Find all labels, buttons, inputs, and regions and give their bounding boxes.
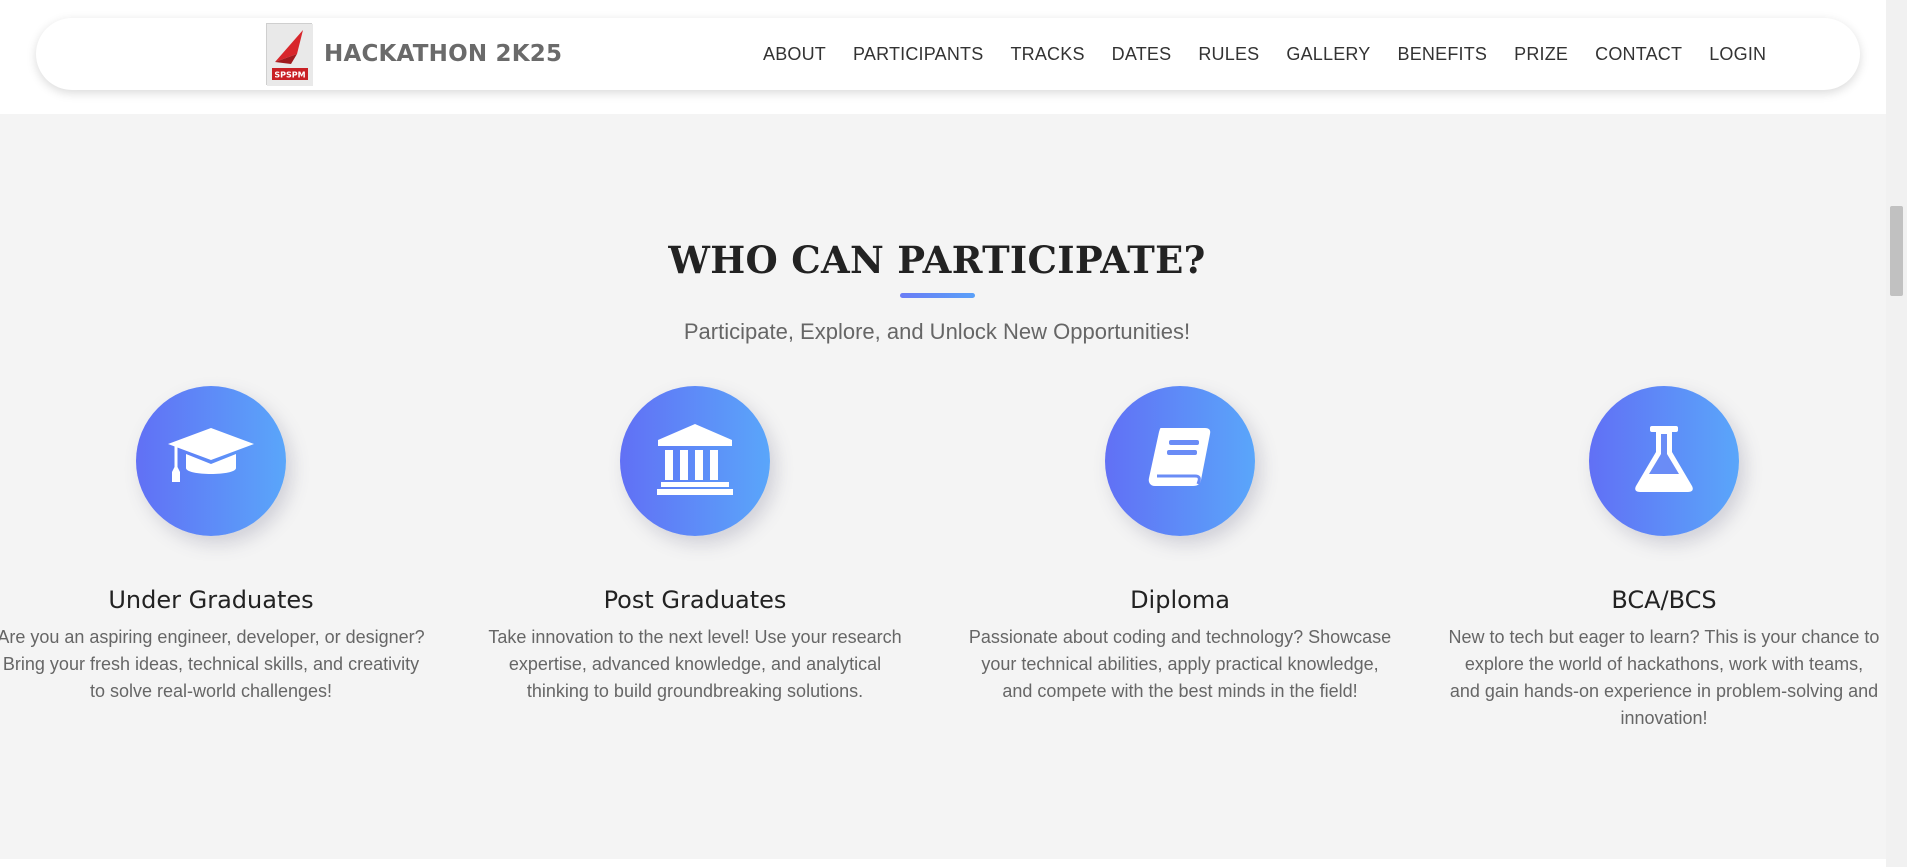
card-title: Diploma bbox=[1130, 586, 1230, 614]
card-title: BCA/BCS bbox=[1611, 586, 1717, 614]
card-title: Post Graduates bbox=[603, 586, 787, 614]
card-icon-circle bbox=[1105, 386, 1255, 536]
card-description: Passionate about coding and technology? … bbox=[968, 627, 1392, 701]
card-description: Are you an aspiring engineer, developer,… bbox=[0, 627, 425, 701]
nav-benefits[interactable]: BENEFITS bbox=[1398, 44, 1488, 65]
card-diploma: Diploma Passionate about coding and tech… bbox=[960, 386, 1400, 705]
card-bca-bcs: BCA/BCS New to tech but eager to learn? … bbox=[1444, 386, 1884, 732]
nav-prize[interactable]: PRIZE bbox=[1514, 44, 1568, 65]
section-subtitle: Participate, Explore, and Unlock New Opp… bbox=[683, 319, 1191, 344]
nav-about[interactable]: ABOUT bbox=[763, 44, 826, 65]
university-icon bbox=[655, 422, 735, 501]
brand-name[interactable]: HACKATHON 2K25 bbox=[324, 41, 562, 67]
scrollbar[interactable] bbox=[1886, 0, 1907, 867]
card-icon-circle bbox=[620, 386, 770, 536]
nav-links: ABOUT PARTICIPANTS TRACKS DATES RULES GA… bbox=[763, 18, 1793, 90]
card-title: Under Graduates bbox=[108, 586, 314, 614]
graduation-cap-icon bbox=[166, 424, 256, 499]
card-description: Take innovation to the next level! Use y… bbox=[488, 627, 902, 701]
title-underline bbox=[900, 293, 975, 298]
nav-login[interactable]: LOGIN bbox=[1709, 44, 1766, 65]
card-under-graduates: Under Graduates Are you an aspiring engi… bbox=[0, 386, 431, 705]
nav-rules[interactable]: RULES bbox=[1198, 44, 1259, 65]
section-title: WHO CAN PARTICIPATE? bbox=[668, 238, 1206, 282]
participants-section: WHO CAN PARTICIPATE? Participate, Explor… bbox=[0, 114, 1886, 859]
card-description: New to tech but eager to learn? This is … bbox=[1448, 627, 1880, 728]
card-post-graduates: Post Graduates Take innovation to the ne… bbox=[475, 386, 915, 705]
card-icon-circle bbox=[1589, 386, 1739, 536]
card-icon-circle bbox=[136, 386, 286, 536]
nav-gallery[interactable]: GALLERY bbox=[1286, 44, 1370, 65]
nav-participants[interactable]: PARTICIPANTS bbox=[853, 44, 983, 65]
nav-dates[interactable]: DATES bbox=[1112, 44, 1172, 65]
book-icon bbox=[1145, 424, 1215, 499]
svg-text:SPSPM: SPSPM bbox=[274, 71, 305, 80]
logo[interactable]: SPSPM bbox=[266, 23, 313, 86]
nav-contact[interactable]: CONTACT bbox=[1595, 44, 1682, 65]
nav-tracks[interactable]: TRACKS bbox=[1010, 44, 1084, 65]
scrollbar-thumb[interactable] bbox=[1890, 206, 1903, 296]
flask-icon bbox=[1632, 424, 1696, 499]
brand[interactable]: SPSPM HACKATHON 2K25 bbox=[266, 20, 562, 88]
navbar: SPSPM HACKATHON 2K25 ABOUT PARTICIPANTS … bbox=[36, 18, 1860, 90]
